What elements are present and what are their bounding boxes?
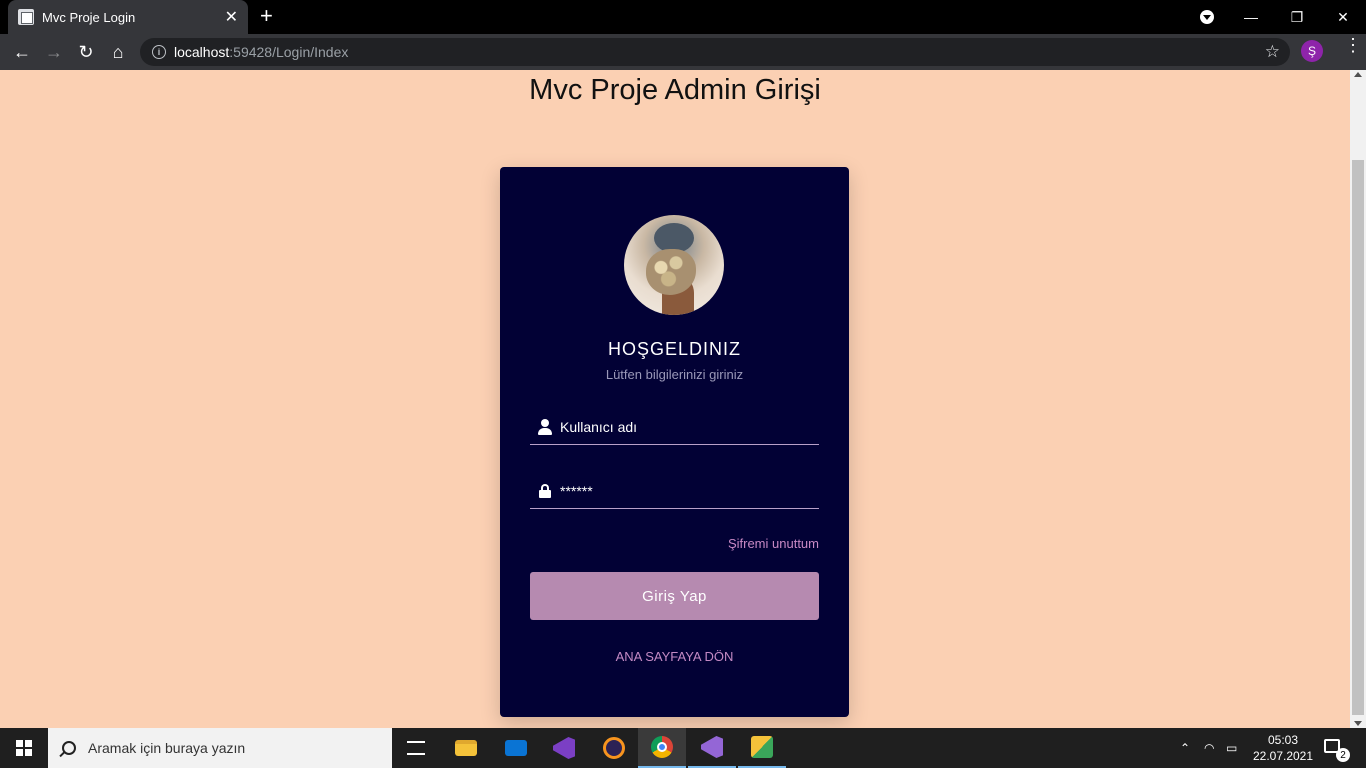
minimize-button[interactable]: —: [1228, 0, 1274, 34]
search-placeholder: Aramak için buraya yazın: [88, 740, 246, 756]
page-content: Mvc Proje Admin Girişi HOŞGELDINIZ Lütfe…: [0, 70, 1350, 728]
address-bar[interactable]: i localhost :59428/Login/Index ☆: [140, 38, 1290, 66]
url-path: :59428/Login/Index: [229, 44, 349, 60]
login-button[interactable]: Giriş Yap: [530, 572, 819, 620]
page-scrollbar[interactable]: [1350, 70, 1366, 728]
eclipse-icon[interactable]: [590, 728, 638, 768]
forward-icon[interactable]: →: [42, 40, 66, 64]
notification-count: 2: [1336, 748, 1350, 762]
tab-close-icon[interactable]: ✕: [225, 7, 238, 27]
lock-icon: [539, 483, 551, 498]
url-host: localhost: [174, 44, 230, 60]
taskbar-search[interactable]: Aramak için buraya yazın: [48, 728, 392, 768]
back-icon[interactable]: ←: [10, 40, 34, 64]
notification-center-icon[interactable]: 2: [1322, 736, 1350, 762]
browser-tab[interactable]: Mvc Proje Login ✕: [8, 0, 248, 34]
scroll-down-icon[interactable]: [1354, 721, 1362, 726]
system-clock[interactable]: 05:03 22.07.2021: [1246, 732, 1320, 764]
windows-logo-icon: [16, 740, 32, 756]
app-icon[interactable]: [738, 728, 786, 768]
avatar: [624, 215, 724, 315]
search-icon: [62, 741, 76, 755]
bookmark-star-icon[interactable]: ☆: [1265, 42, 1280, 62]
mail-icon[interactable]: [492, 728, 540, 768]
back-to-home-link[interactable]: ANA SAYFAYA DÖN: [500, 649, 849, 664]
page-title: Mvc Proje Admin Girişi: [529, 74, 821, 106]
wifi-icon[interactable]: ◠: [1204, 728, 1214, 768]
reload-icon[interactable]: ↻: [74, 40, 98, 64]
new-tab-button[interactable]: +: [260, 5, 273, 27]
windows-taskbar: Aramak için buraya yazın ⌃ ◠ ▭ 05:03 22.…: [0, 728, 1366, 768]
visual-studio-icon[interactable]: [540, 728, 588, 768]
task-view-icon[interactable]: [392, 728, 440, 768]
clock-date: 22.07.2021: [1252, 749, 1314, 763]
file-explorer-icon[interactable]: [442, 728, 490, 768]
browser-toolbar: ← → ↻ ⌂ i localhost :59428/Login/Index ☆…: [0, 34, 1366, 70]
clock-time: 05:03: [1267, 733, 1299, 747]
restore-button[interactable]: ❐: [1274, 0, 1320, 34]
login-subtitle: Lütfen bilgilerinizi giriniz: [605, 367, 744, 382]
show-hidden-icons-icon[interactable]: ⌃: [1180, 728, 1190, 768]
visual-studio-2-icon[interactable]: [688, 728, 736, 768]
user-icon: [538, 418, 552, 435]
battery-icon[interactable]: ▭: [1226, 728, 1237, 768]
profile-avatar[interactable]: Ş: [1301, 40, 1323, 62]
username-value[interactable]: Kullanıcı adı: [560, 419, 637, 435]
browser-menu-icon[interactable]: ⋮: [1344, 36, 1362, 54]
scroll-thumb[interactable]: [1352, 160, 1364, 715]
close-window-button[interactable]: ✕: [1320, 0, 1366, 34]
password-field[interactable]: ******: [530, 473, 819, 509]
forgot-password-link[interactable]: Şifremi unuttum: [728, 536, 819, 551]
tab-title: Mvc Proje Login: [42, 9, 136, 25]
welcome-heading: HOŞGELDINIZ: [607, 339, 742, 359]
username-field[interactable]: Kullanıcı adı: [530, 409, 819, 445]
page-favicon-icon: [18, 9, 34, 25]
tab-search-icon[interactable]: [1200, 10, 1214, 24]
chrome-icon[interactable]: [638, 728, 686, 768]
browser-tabbar: Mvc Proje Login ✕ + — ❐ ✕: [0, 0, 1366, 34]
start-button[interactable]: [0, 728, 48, 768]
login-card: HOŞGELDINIZ Lütfen bilgilerinizi giriniz…: [500, 167, 849, 717]
scroll-up-icon[interactable]: [1354, 72, 1362, 77]
password-value[interactable]: ******: [560, 483, 593, 499]
home-icon[interactable]: ⌂: [106, 40, 130, 64]
site-info-icon[interactable]: i: [152, 45, 166, 59]
